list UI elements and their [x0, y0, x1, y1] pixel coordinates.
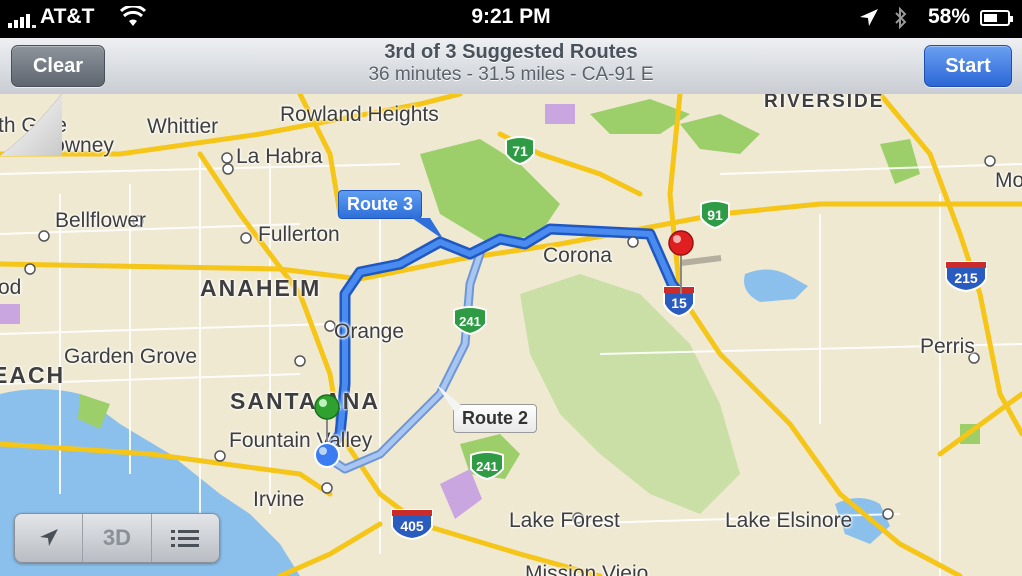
place-label: Rowland Heights — [280, 103, 439, 126]
page-curl-button[interactable] — [0, 94, 62, 156]
place-label: Orange — [334, 320, 405, 343]
park-area — [520, 274, 740, 514]
shield-number: 241 — [476, 459, 498, 474]
shield-number: 405 — [400, 518, 424, 534]
place-label: RIVERSIDE — [764, 94, 885, 112]
list-button[interactable] — [152, 514, 219, 562]
restricted-area — [0, 304, 20, 324]
park-area — [880, 139, 920, 184]
location-arrow-icon — [39, 529, 58, 546]
place-label: EACH — [0, 362, 66, 388]
place-label: ANAHEIM — [200, 275, 322, 301]
locate-button[interactable] — [15, 514, 84, 562]
route-2-callout[interactable]: Route 2 — [453, 404, 538, 433]
shield-number: 91 — [707, 207, 723, 223]
freeway-road — [937, 391, 1022, 457]
callout-tail — [436, 384, 462, 414]
lake-area — [744, 269, 808, 302]
place-label: od — [0, 276, 22, 299]
city-dot — [222, 163, 234, 175]
city-dot — [240, 232, 252, 244]
city-dot — [882, 508, 894, 520]
city-dot — [627, 236, 639, 248]
place-label: Whittier — [147, 115, 219, 138]
map-canvas — [0, 94, 1022, 576]
city-dot — [294, 355, 306, 367]
route-summary: 36 minutes - 31.5 miles - CA-91 E — [368, 64, 654, 85]
shield-number: 215 — [954, 270, 978, 286]
place-label: Bellflower — [55, 209, 147, 232]
place-label: Lake Elsinore — [725, 509, 853, 532]
place-label: Perris — [920, 335, 975, 358]
park-area — [680, 114, 760, 154]
bluetooth-icon — [895, 6, 907, 30]
map-view[interactable]: RIVERSIDE th Gate Whittier Rowland Heigh… — [0, 94, 1022, 576]
place-label: Fullerton — [258, 223, 340, 246]
freeway-road — [277, 521, 383, 576]
battery-percent: 58% — [927, 5, 970, 28]
place-label: Irvine — [253, 488, 305, 511]
city-dot — [38, 230, 50, 242]
nav-bar: Clear 3rd of 3 Suggested Routes 36 minut… — [0, 38, 1022, 95]
map-toolbar: 3D — [14, 513, 220, 563]
place-label: Corona — [543, 244, 612, 267]
battery-icon — [980, 10, 1013, 26]
shield-number: 71 — [512, 143, 528, 159]
city-dot — [24, 263, 36, 275]
place-label: SANTA ANA — [230, 388, 381, 414]
place-label: La Habra — [236, 145, 323, 168]
city-dot — [984, 155, 996, 167]
3d-button[interactable]: 3D — [83, 514, 152, 562]
place-label: Mo — [995, 169, 1022, 192]
place-label: Fountain Valley — [229, 429, 373, 452]
route-title: 3rd of 3 Suggested Routes — [384, 41, 638, 63]
location-arrow-icon — [860, 9, 878, 26]
start-button[interactable]: Start — [924, 45, 1012, 87]
city-dot — [321, 482, 333, 494]
shield-number: 241 — [459, 314, 481, 329]
city-dot — [214, 450, 226, 462]
list-icon — [171, 530, 200, 547]
status-bar: AT&T 9:21 PM 58% — [0, 0, 1022, 38]
place-label: Lake Forest — [509, 509, 620, 532]
place-label: Mission Viejo — [525, 562, 649, 576]
route-3-callout[interactable]: Route 3 — [338, 190, 423, 219]
callout-tail — [412, 218, 444, 240]
restricted-area — [545, 104, 575, 124]
shield-number: 15 — [671, 295, 687, 311]
city-dot — [221, 152, 233, 164]
place-label: Garden Grove — [64, 345, 198, 368]
